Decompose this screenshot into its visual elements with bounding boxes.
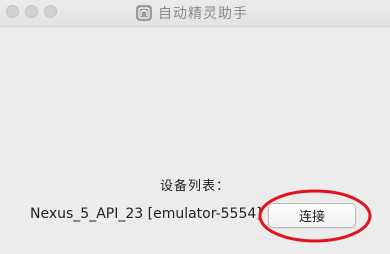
app-icon — [136, 5, 152, 21]
connect-button[interactable]: 连接 — [268, 203, 356, 228]
device-list-label: 设备列表： — [159, 179, 230, 194]
device-list-item: Nexus_5_API_23 [emulator-5554] — [30, 206, 262, 222]
close-window-button[interactable] — [6, 5, 19, 18]
app-window: 自动精灵助手 设备列表： Nexus_5_API_23 [emulator-55… — [0, 0, 390, 254]
window-title-group: 自动精灵助手 — [136, 3, 248, 23]
zoom-window-button[interactable] — [44, 5, 57, 18]
window-title: 自动精灵助手 — [158, 6, 248, 22]
minimize-window-button[interactable] — [25, 5, 38, 18]
title-bar: 自动精灵助手 — [0, 0, 390, 27]
